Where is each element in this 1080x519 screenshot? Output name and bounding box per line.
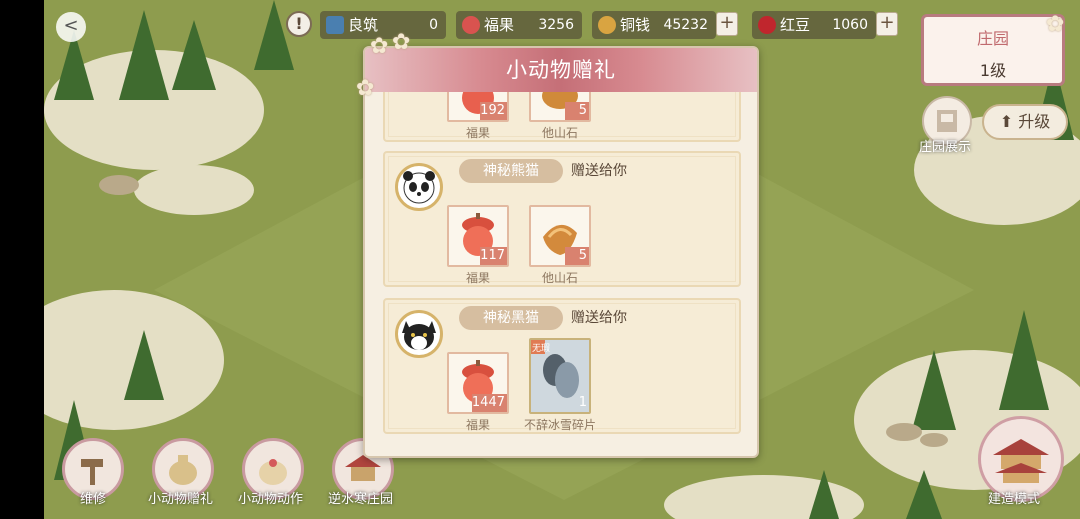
acorn-icon: [462, 16, 480, 34]
panda-icon: [403, 171, 435, 204]
dialog-title: 小动物赠礼: [506, 58, 616, 82]
pagoda-icon: [993, 439, 1049, 483]
upgrade-button[interactable]: ⬆ 升级: [982, 104, 1068, 140]
item-label: 福果: [465, 418, 490, 432]
item-fuguo[interactable]: 1447: [447, 352, 509, 414]
gift-card-cat: 神秘黑猫 赠送给你 1447 福果 无瑕 1 不辞冰雪碎片: [383, 298, 741, 434]
repair-label: 维修: [80, 492, 107, 507]
upgrade-label: 升级: [1018, 112, 1051, 131]
item-label: 不辞冰雪碎片: [523, 418, 596, 432]
animal-gift-dialog: 小动物赠礼 192 福果 5 他山石 神秘熊猫 赠送给你 117 福果 5 他山…: [363, 46, 759, 458]
build-mode-label: 建造模式: [988, 492, 1041, 507]
item-count: 1447: [471, 394, 507, 412]
coin-icon: [598, 16, 616, 34]
gift-card-panda: 神秘熊猫 赠送给你 117 福果 5 他山石: [383, 151, 741, 287]
left-letterbox: [0, 0, 44, 519]
red-bean-icon: [758, 16, 776, 34]
cherry-blossom-icon: ✿: [392, 30, 411, 55]
add-tongqian-button[interactable]: +: [716, 12, 738, 36]
nsh-estate-label: 逆水寒庄园: [328, 492, 394, 507]
item-count: 1: [578, 395, 587, 410]
cherry-blossom-icon: ✿: [370, 34, 389, 59]
resource-value: 1060: [832, 17, 868, 33]
animal-gift-label: 小动物赠礼: [148, 492, 214, 507]
resource-value: 0: [429, 17, 438, 33]
add-hongdou-button[interactable]: +: [876, 12, 898, 36]
item-label: 福果: [465, 126, 490, 140]
item-tashanshi[interactable]: 5: [529, 205, 591, 267]
back-button[interactable]: <: [56, 12, 86, 42]
cherry-blossom-icon: ✿: [1046, 12, 1065, 37]
cat-avatar: [395, 310, 443, 358]
item-count: 192: [480, 102, 507, 120]
item-count: 5: [565, 247, 589, 265]
item-label: 福果: [465, 271, 490, 285]
panda-avatar: [395, 163, 443, 211]
flawless-tag: 无瑕: [532, 344, 551, 354]
estate-display-label: 庄园展示: [919, 140, 972, 155]
item-fuguo[interactable]: 192: [447, 92, 509, 122]
resource-label: 福果: [484, 16, 515, 34]
resource-hongdou: 红豆 1060: [752, 11, 876, 39]
resource-label: 红豆: [780, 16, 811, 34]
send-text: 赠送给你: [571, 310, 627, 326]
gift-card-partial: 192 福果 5 他山石: [383, 92, 741, 142]
item-count: 5: [565, 102, 589, 120]
house-icon: [326, 16, 344, 34]
resource-label: 铜钱: [620, 16, 651, 34]
estate-title: 庄园: [976, 29, 1009, 48]
resource-tongqian: 铜钱 45232: [592, 11, 716, 39]
resource-value: 3256: [538, 17, 574, 33]
resource-fuguo: 福果 3256: [456, 11, 582, 39]
animal-name-badge: 神秘黑猫: [459, 306, 563, 330]
gift-list[interactable]: 192 福果 5 他山石 神秘熊猫 赠送给你 117 福果 5 他山石 神秘黑猫…: [365, 92, 757, 456]
item-fuguo[interactable]: 117: [447, 205, 509, 267]
warning-icon[interactable]: !: [286, 11, 312, 37]
item-tashanshi[interactable]: 5: [529, 92, 591, 122]
item-label: 他山石: [541, 126, 578, 140]
animal-action-label: 小动物动作: [238, 492, 304, 507]
resource-value: 45232: [663, 17, 708, 33]
estate-level: 1级: [979, 61, 1007, 80]
item-count: 117: [480, 247, 507, 265]
item-bucibingxue-fragment[interactable]: 无瑕 1: [529, 338, 591, 414]
black-cat-icon: [402, 321, 436, 350]
game-screen: < ! 良筑 0 福果 3256 铜钱 45232 + 红豆 1060 + 庄园…: [0, 0, 1080, 519]
send-text: 赠送给你: [571, 163, 627, 179]
animal-name-badge: 神秘熊猫: [459, 159, 563, 183]
estate-level-card[interactable]: 庄园 1级: [921, 14, 1065, 86]
cherry-blossom-icon: ✿: [356, 76, 375, 101]
arrow-up-icon: ⬆: [999, 112, 1014, 131]
item-label: 他山石: [541, 271, 578, 285]
